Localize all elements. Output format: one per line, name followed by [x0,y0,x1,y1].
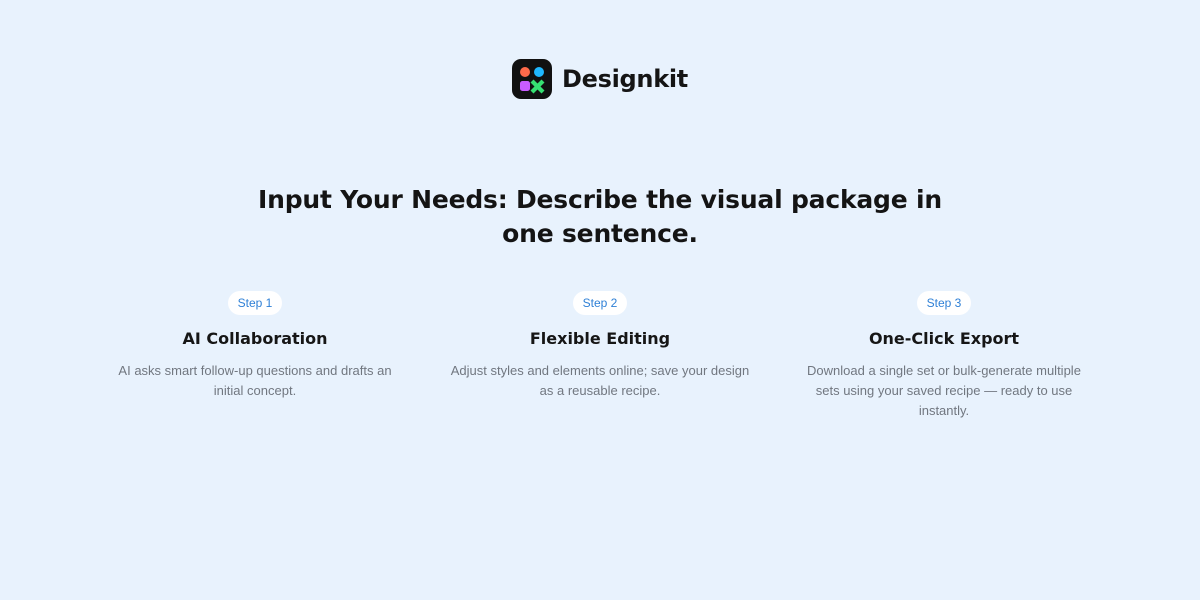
step-card-2: Step 2 Flexible Editing Adjust styles an… [440,291,760,401]
step-badge: Step 3 [916,291,972,315]
step-description: Adjust styles and elements online; save … [450,363,750,398]
step-card-1: Step 1 AI Collaboration AI asks smart fo… [95,291,415,401]
step-description: Download a single set or bulk-generate m… [807,363,1081,418]
step-title: One-Click Export [868,329,1020,348]
page: Designkit Input Your Needs: Describe the… [0,0,1200,600]
designkit-logo-icon [512,59,553,99]
brand-name: Designkit [562,65,688,93]
step-badge: Step 1 [227,291,283,315]
page-headline: Input Your Needs: Describe the visual pa… [258,185,942,248]
step-title: Flexible Editing [529,329,671,348]
step-badge: Step 2 [572,291,628,315]
brand-header[interactable]: Designkit [0,59,1200,99]
step-card-3: Step 3 One-Click Export Download a singl… [784,291,1104,421]
step-description: AI asks smart follow-up questions and dr… [118,363,392,398]
step-title: AI Collaboration [182,329,328,348]
